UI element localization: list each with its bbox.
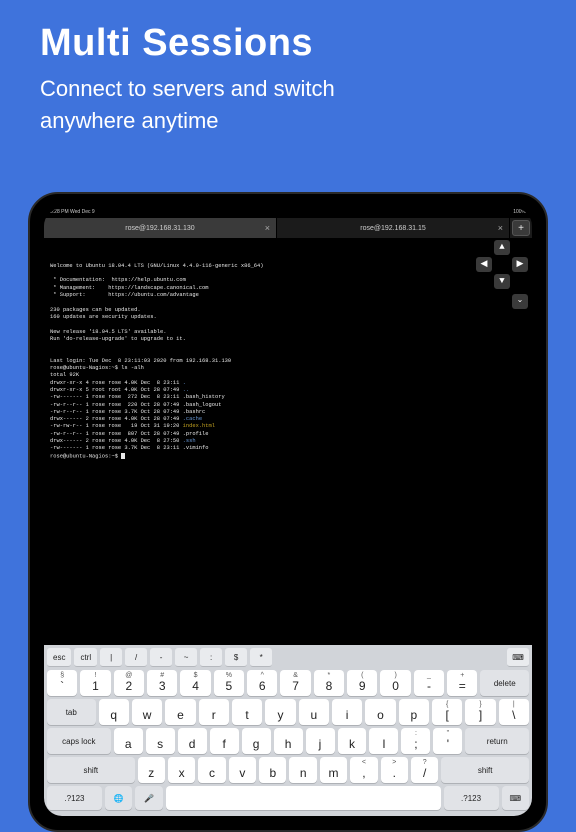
key-equals[interactable]: += <box>447 670 477 696</box>
globe-icon[interactable]: 🌐 <box>105 786 132 810</box>
key-backtick[interactable]: §` <box>47 670 77 696</box>
key-2[interactable]: @2 <box>114 670 144 696</box>
key-minus[interactable]: _- <box>414 670 444 696</box>
slash-key[interactable]: / <box>125 648 147 667</box>
key-right-bracket[interactable]: }] <box>465 699 495 725</box>
key-semicolon[interactable]: :; <box>401 728 430 754</box>
key-tab[interactable]: tab <box>47 699 96 725</box>
hero-subtitle: Connect to servers and switch anywhere a… <box>40 73 548 137</box>
key-z[interactable]: z <box>138 757 165 783</box>
key-a[interactable]: a <box>114 728 143 754</box>
key-c[interactable]: c <box>198 757 225 783</box>
key-l[interactable]: l <box>369 728 398 754</box>
ctrl-key[interactable]: ctrl <box>74 648 97 667</box>
key-shift-right[interactable]: shift <box>441 757 529 783</box>
key-x[interactable]: x <box>168 757 195 783</box>
key-m[interactable]: m <box>320 757 347 783</box>
key-b[interactable]: b <box>259 757 286 783</box>
key-8[interactable]: *8 <box>314 670 344 696</box>
key-shift-left[interactable]: shift <box>47 757 135 783</box>
key-5[interactable]: %5 <box>214 670 244 696</box>
key-backslash[interactable]: |\ <box>499 699 529 725</box>
close-icon[interactable]: × <box>498 224 503 233</box>
key-comma[interactable]: <, <box>350 757 377 783</box>
keyboard-row-3: caps lock a s d f g h j k l :; "' return <box>47 728 529 754</box>
keyboard-row-4: shift z x c v b n m <, >. ?/ shift <box>47 757 529 783</box>
key-i[interactable]: i <box>332 699 362 725</box>
key-e[interactable]: e <box>165 699 195 725</box>
key-j[interactable]: j <box>306 728 335 754</box>
key-s[interactable]: s <box>146 728 175 754</box>
key-u[interactable]: u <box>299 699 329 725</box>
tilde-key[interactable]: ~ <box>175 648 197 667</box>
arrow-right-button[interactable]: ▶ <box>512 257 528 272</box>
key-space[interactable] <box>166 786 441 810</box>
keyboard-row-2: tab q w e r t y u i o p {[ }] |\ <box>47 699 529 725</box>
status-time: 6:28 PM Wed Dec 9 <box>50 209 95 217</box>
dash-key[interactable]: - <box>150 648 172 667</box>
tablet-frame: 6:28 PM Wed Dec 9 100% rose@192.168.31.1… <box>28 192 548 832</box>
key-n[interactable]: n <box>289 757 316 783</box>
keyboard-row-1: §` !1 @2 #3 $4 %5 ^6 &7 *8 (9 )0 _- += d… <box>47 670 529 696</box>
keyboard-accessory-row: esc ctrl | / - ~ : $ * ⌨ <box>47 648 529 667</box>
dollar-key[interactable]: $ <box>225 648 247 667</box>
terminal-cursor <box>121 453 125 459</box>
key-v[interactable]: v <box>229 757 256 783</box>
keyboard-toggle-icon[interactable]: ⌨ <box>507 648 529 667</box>
star-key[interactable]: * <box>250 648 272 667</box>
tablet-screen: 6:28 PM Wed Dec 9 100% rose@192.168.31.1… <box>44 208 532 816</box>
esc-key[interactable]: esc <box>47 648 71 667</box>
session-tab-2-label: rose@192.168.31.15 <box>360 225 426 232</box>
session-tab-bar: rose@192.168.31.130 × rose@192.168.31.15… <box>44 218 532 238</box>
key-period[interactable]: >. <box>381 757 408 783</box>
arrow-left-button[interactable]: ◀ <box>476 257 492 272</box>
add-tab-button[interactable]: + <box>512 220 530 236</box>
key-1[interactable]: !1 <box>80 670 110 696</box>
mic-icon[interactable]: 🎤 <box>135 786 162 810</box>
arrow-up-button[interactable]: ▲ <box>494 240 510 255</box>
keyboard-row-5: .?123 🌐 🎤 .?123 ⌨ <box>47 786 529 810</box>
session-tab-1-label: rose@192.168.31.130 <box>125 225 194 232</box>
key-6[interactable]: ^6 <box>247 670 277 696</box>
on-screen-keyboard: esc ctrl | / - ~ : $ * ⌨ §` !1 @2 #3 $4 … <box>44 645 532 816</box>
pipe-key[interactable]: | <box>100 648 122 667</box>
key-0[interactable]: )0 <box>380 670 410 696</box>
key-forward-slash[interactable]: ?/ <box>411 757 438 783</box>
key-delete[interactable]: delete <box>480 670 529 696</box>
key-h[interactable]: h <box>274 728 303 754</box>
status-bar: 6:28 PM Wed Dec 9 100% <box>44 208 532 218</box>
key-3[interactable]: #3 <box>147 670 177 696</box>
status-battery: 100% <box>513 209 526 217</box>
hero-title: Multi Sessions <box>40 22 548 65</box>
key-f[interactable]: f <box>210 728 239 754</box>
extra-key-button[interactable]: ⌄ <box>512 294 528 309</box>
key-p[interactable]: p <box>399 699 429 725</box>
key-9[interactable]: (9 <box>347 670 377 696</box>
session-tab-2[interactable]: rose@192.168.31.15 × <box>277 218 510 238</box>
key-q[interactable]: q <box>99 699 129 725</box>
close-icon[interactable]: × <box>265 224 270 233</box>
session-tab-1[interactable]: rose@192.168.31.130 × <box>44 218 277 238</box>
key-y[interactable]: y <box>265 699 295 725</box>
key-return[interactable]: return <box>465 728 529 754</box>
key-7[interactable]: &7 <box>280 670 310 696</box>
key-g[interactable]: g <box>242 728 271 754</box>
key-left-bracket[interactable]: {[ <box>432 699 462 725</box>
dismiss-keyboard-icon[interactable]: ⌨ <box>502 786 529 810</box>
key-k[interactable]: k <box>338 728 367 754</box>
colon-key[interactable]: : <box>200 648 222 667</box>
arrow-down-button[interactable]: ▼ <box>494 274 510 289</box>
key-4[interactable]: $4 <box>180 670 210 696</box>
terminal-output[interactable]: ▲ ◀ ▶ ▼ ⌄ Welcome to Ubuntu 18.04.4 LTS … <box>44 238 532 645</box>
key-d[interactable]: d <box>178 728 207 754</box>
key-numbers-left[interactable]: .?123 <box>47 786 102 810</box>
key-o[interactable]: o <box>365 699 395 725</box>
key-quote[interactable]: "' <box>433 728 462 754</box>
arrow-pad: ▲ ◀ ▶ ▼ <box>476 240 528 289</box>
key-w[interactable]: w <box>132 699 162 725</box>
key-t[interactable]: t <box>232 699 262 725</box>
key-r[interactable]: r <box>199 699 229 725</box>
key-numbers-right[interactable]: .?123 <box>444 786 499 810</box>
key-caps-lock[interactable]: caps lock <box>47 728 111 754</box>
